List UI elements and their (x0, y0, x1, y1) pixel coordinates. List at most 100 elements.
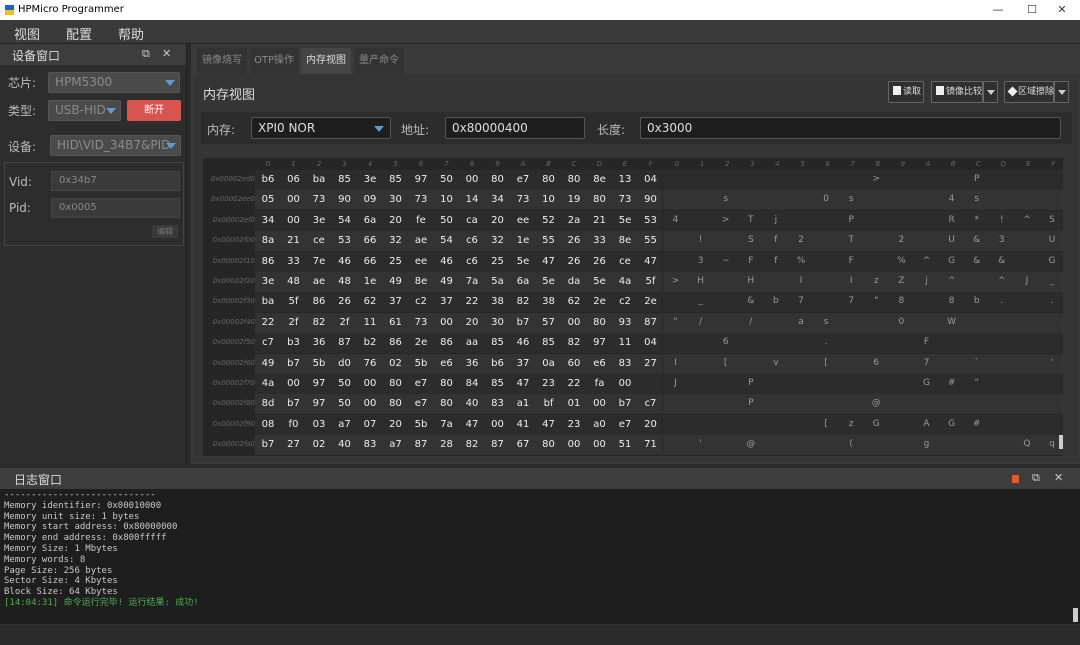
hex-byte[interactable]: 21 (281, 235, 307, 246)
hex-byte[interactable]: 07 (357, 419, 383, 430)
hex-byte[interactable]: 5b (306, 358, 332, 369)
hex-byte[interactable]: 4a (612, 276, 638, 287)
ascii-char[interactable]: Z (889, 276, 914, 286)
hex-byte[interactable]: 10 (434, 194, 460, 205)
hex-byte[interactable]: 86 (434, 337, 460, 348)
hex-byte[interactable]: 4a (255, 378, 281, 389)
hex-byte[interactable]: 5b (408, 419, 434, 430)
hex-byte[interactable]: 50 (332, 378, 358, 389)
hex-byte[interactable]: 47 (638, 256, 664, 267)
hex-byte[interactable]: 87 (332, 337, 358, 348)
ascii-char[interactable]: ' (1040, 358, 1064, 368)
hex-byte[interactable]: 6a (510, 276, 536, 287)
hex-byte[interactable]: 50 (434, 215, 460, 226)
ascii-char[interactable]: J (663, 378, 688, 388)
ascii-char[interactable]: G (914, 378, 939, 388)
hex-byte[interactable]: 5b (408, 358, 434, 369)
hex-byte[interactable]: 26 (561, 235, 587, 246)
ascii-char[interactable]: G (939, 256, 964, 266)
hex-byte[interactable]: 00 (561, 439, 587, 450)
log-scrollbar[interactable] (1073, 608, 1078, 622)
hex-byte[interactable]: 85 (332, 174, 358, 185)
hex-byte[interactable]: 0a (536, 358, 562, 369)
hex-byte[interactable]: 82 (510, 296, 536, 307)
ascii-char[interactable]: s (839, 194, 864, 204)
hex-byte[interactable]: 40 (332, 439, 358, 450)
hex-byte[interactable]: 13 (612, 174, 638, 185)
hex-byte[interactable]: 33 (587, 235, 613, 246)
length-input[interactable]: 0x3000 (640, 117, 1061, 139)
float-icon[interactable]: ⧉ (1032, 471, 1040, 485)
hex-byte[interactable]: 49 (255, 358, 281, 369)
ascii-char[interactable]: b (763, 296, 788, 306)
hex-byte[interactable]: 90 (638, 194, 664, 205)
hex-byte[interactable]: 3e (357, 174, 383, 185)
hex-byte[interactable]: ba (255, 296, 281, 307)
hex-byte[interactable]: 30 (383, 194, 409, 205)
hex-byte[interactable]: 67 (510, 439, 536, 450)
hex-byte[interactable]: 62 (561, 296, 587, 307)
ascii-char[interactable]: U (1040, 235, 1064, 245)
ascii-char[interactable]: @ (864, 398, 889, 408)
ascii-char[interactable]: I (663, 358, 688, 368)
hex-byte[interactable]: 50 (332, 398, 358, 409)
menu-config[interactable]: 配置 (66, 24, 92, 43)
hex-byte[interactable]: 37 (383, 296, 409, 307)
close-button[interactable]: ✕ (1044, 0, 1080, 20)
hex-byte[interactable]: 2a (561, 215, 587, 226)
hex-byte[interactable]: 00 (434, 317, 460, 328)
ascii-char[interactable]: * (964, 215, 989, 225)
ascii-char[interactable]: T (738, 215, 763, 225)
ascii-char[interactable]: > (663, 276, 688, 286)
ascii-char[interactable]: A (914, 419, 939, 429)
ascii-char[interactable]: z (839, 419, 864, 429)
ascii-char[interactable]: 2 (889, 235, 914, 245)
hex-byte[interactable]: 97 (408, 174, 434, 185)
hex-byte[interactable]: 97 (306, 398, 332, 409)
hex-byte[interactable]: 6a (357, 215, 383, 226)
hex-byte[interactable]: 83 (485, 398, 511, 409)
hex-byte[interactable]: ca (459, 215, 485, 226)
ascii-char[interactable]: 8 (889, 296, 914, 306)
hex-byte[interactable]: 2e (587, 296, 613, 307)
hex-byte[interactable]: ae (306, 276, 332, 287)
hex-byte[interactable]: a0 (587, 419, 613, 430)
hex-byte[interactable]: 5e (587, 276, 613, 287)
hex-byte[interactable]: 60 (561, 358, 587, 369)
pid-field[interactable]: 0x0005 (51, 198, 180, 218)
hex-byte[interactable]: 34 (485, 194, 511, 205)
hex-byte[interactable]: 27 (281, 439, 307, 450)
ascii-char[interactable]: P (964, 174, 989, 184)
hex-byte[interactable]: 1e (510, 235, 536, 246)
hex-byte[interactable]: 85 (485, 378, 511, 389)
ascii-char[interactable]: 0 (889, 317, 914, 327)
hex-byte[interactable]: 00 (281, 194, 307, 205)
hex-byte[interactable]: 80 (587, 194, 613, 205)
hex-byte[interactable]: 87 (485, 439, 511, 450)
ascii-char[interactable]: & (738, 296, 763, 306)
hex-byte[interactable]: 32 (383, 235, 409, 246)
ascii-char[interactable]: > (864, 174, 889, 184)
hex-byte[interactable]: 80 (536, 174, 562, 185)
hex-byte[interactable]: 73 (510, 194, 536, 205)
hex-byte[interactable]: 27 (638, 358, 664, 369)
hex-byte[interactable]: 55 (638, 235, 664, 246)
ascii-char[interactable]: j (763, 215, 788, 225)
hex-byte[interactable]: ba (306, 174, 332, 185)
hex-byte[interactable]: 2f (332, 317, 358, 328)
ascii-char[interactable]: " (864, 296, 889, 306)
ascii-char[interactable]: 0 (814, 194, 839, 204)
hex-byte[interactable]: a7 (383, 439, 409, 450)
ascii-char[interactable]: ^ (914, 256, 939, 266)
ascii-char[interactable]: P (738, 378, 763, 388)
hex-byte[interactable]: b7 (255, 439, 281, 450)
erase-dropdown[interactable] (1054, 81, 1069, 103)
hex-byte[interactable]: 26 (332, 296, 358, 307)
hex-byte[interactable]: 50 (434, 174, 460, 185)
hex-byte[interactable]: 26 (587, 256, 613, 267)
hex-byte[interactable]: 8a (255, 235, 281, 246)
ascii-char[interactable]: H (688, 276, 713, 286)
ascii-char[interactable]: ' (688, 439, 713, 449)
hex-byte[interactable]: c7 (638, 398, 664, 409)
hex-byte[interactable]: 47 (536, 419, 562, 430)
